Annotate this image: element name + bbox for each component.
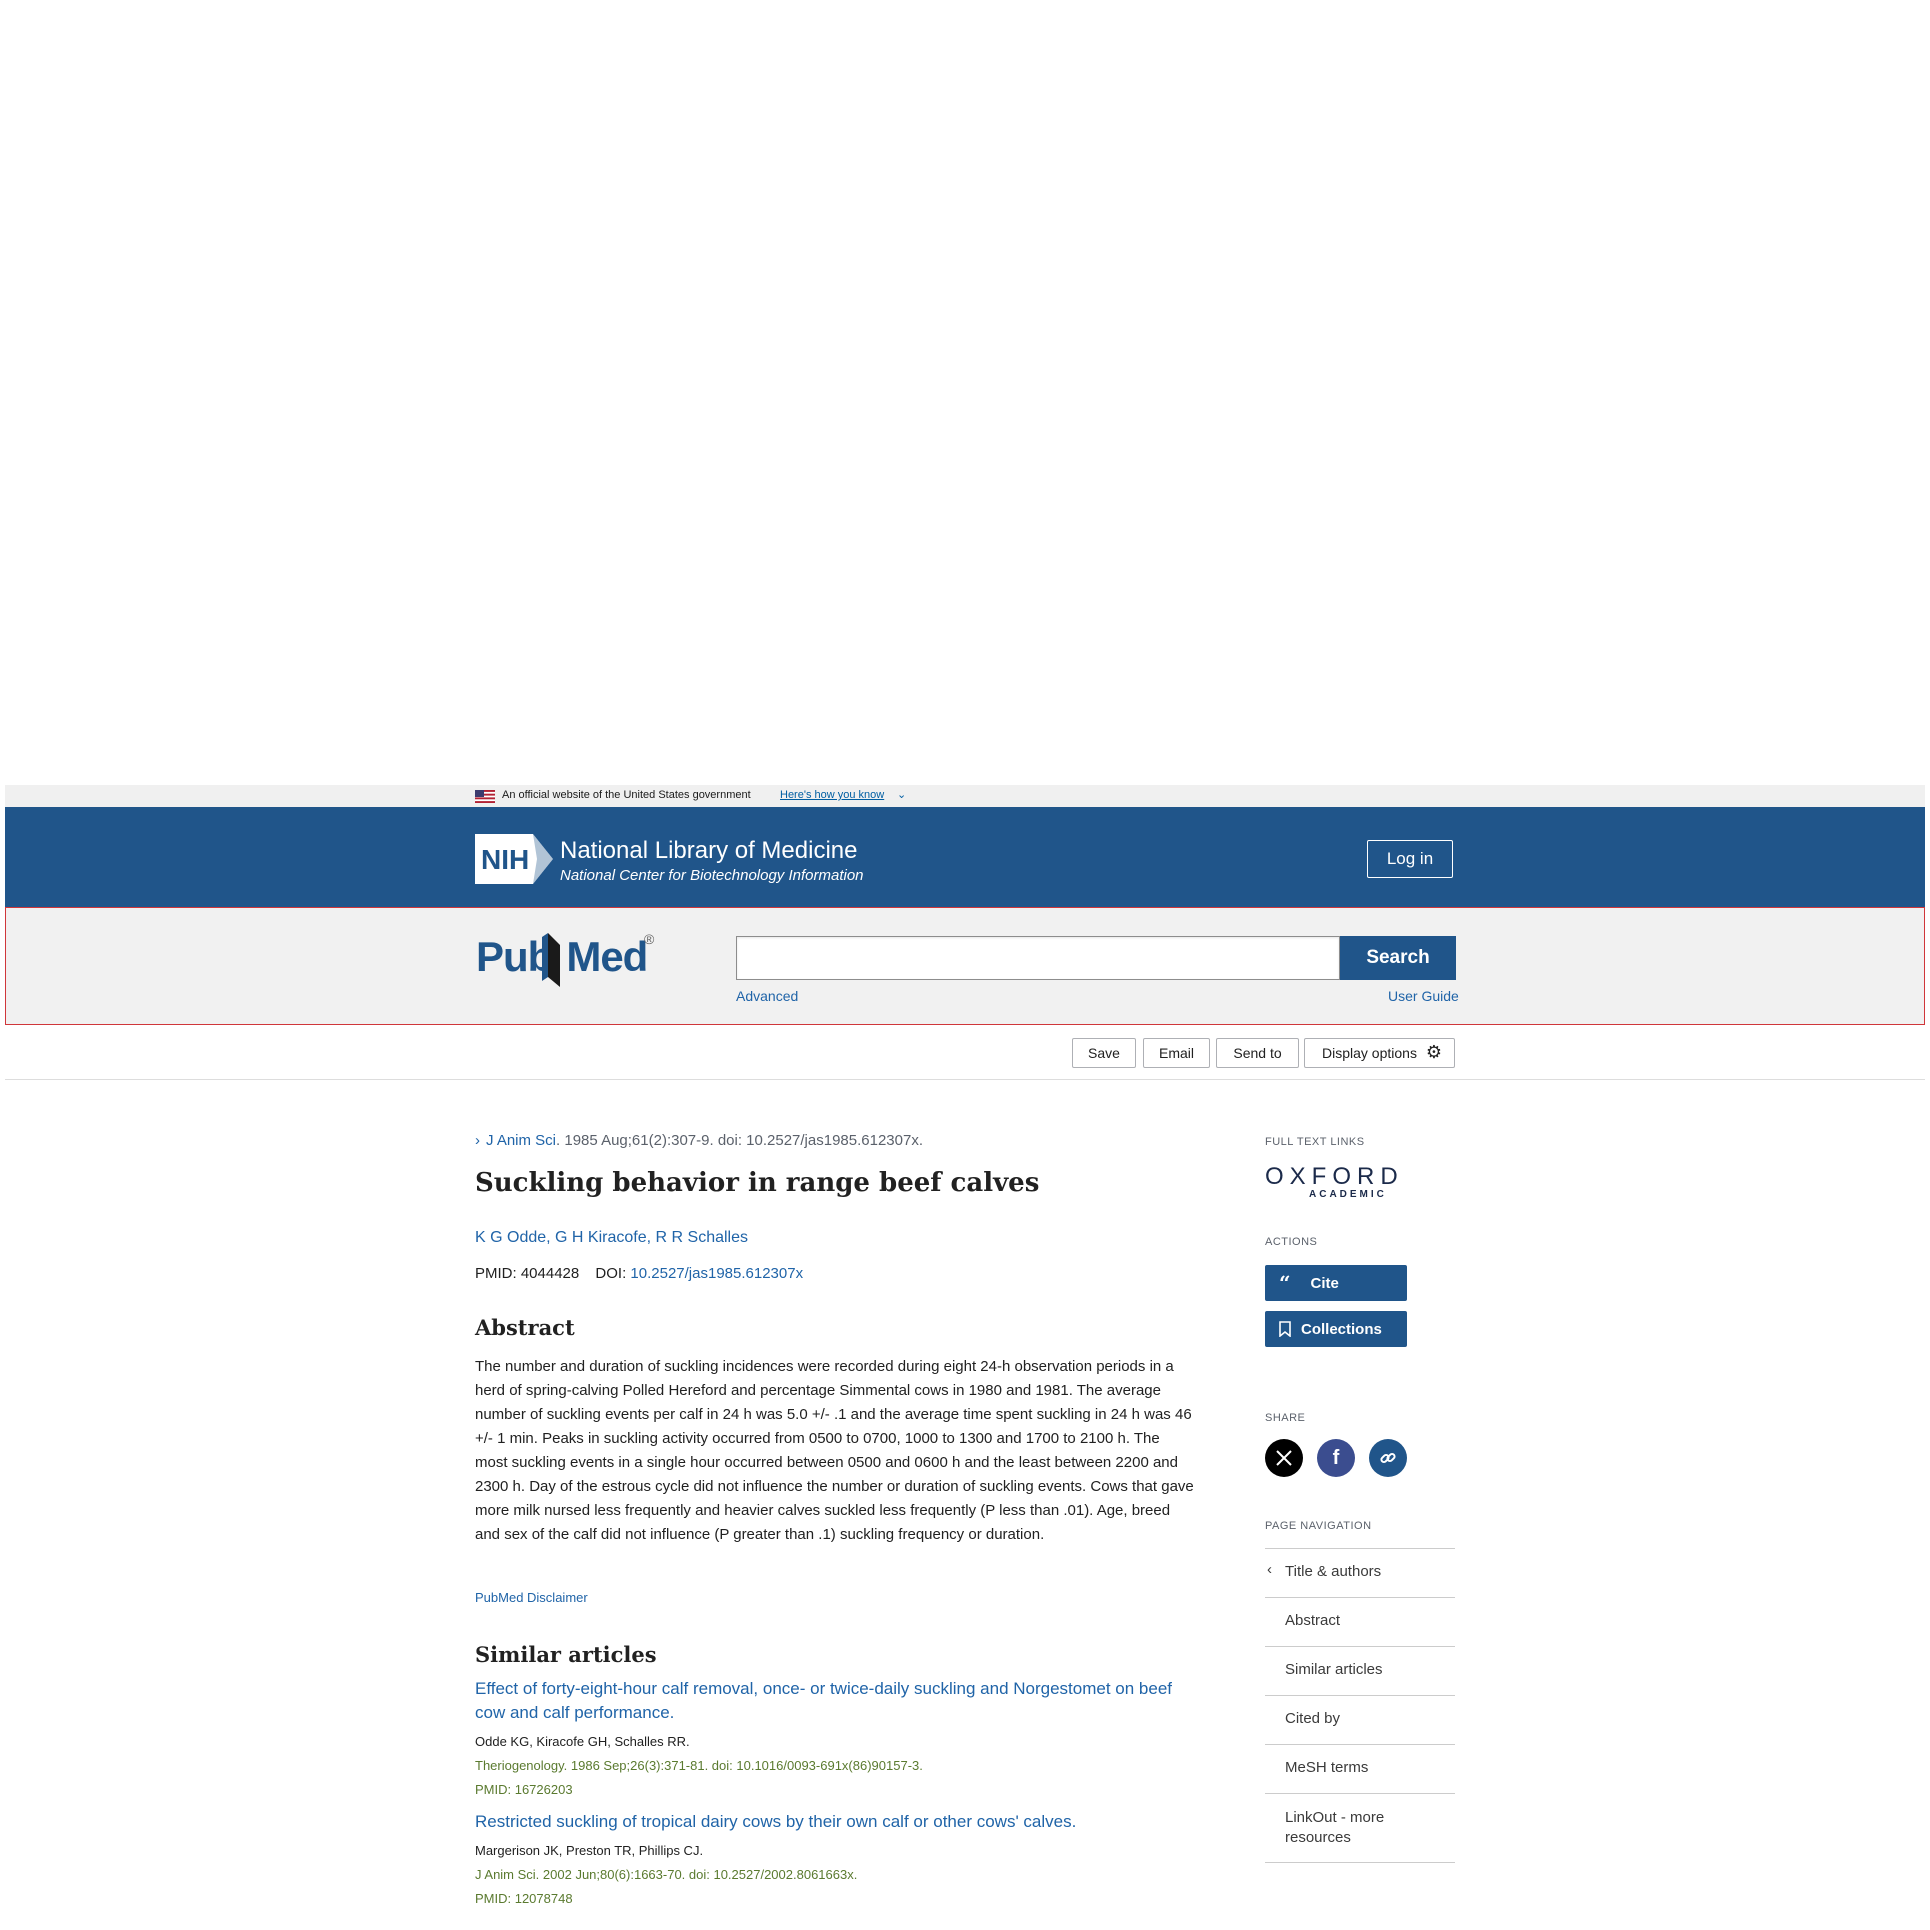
pubmed-book-icon [542, 933, 560, 987]
article-ids: PMID: 4044428 DOI: 10.2527/jas1985.61230… [475, 1265, 803, 1282]
copy-link-icon[interactable] [1369, 1439, 1407, 1477]
us-flag-icon [475, 790, 495, 803]
save-button[interactable]: Save [1072, 1038, 1136, 1068]
nih-header: NIH National Library of Medicine Nationa… [5, 807, 1925, 907]
quote-icon: “ [1279, 1271, 1291, 1295]
nav-abstract[interactable]: Abstract [1265, 1597, 1455, 1646]
facebook-share-icon[interactable]: f [1317, 1439, 1355, 1477]
chevron-right-icon[interactable]: › [475, 1132, 480, 1149]
doi-label: DOI: [595, 1265, 631, 1282]
similar-article-title[interactable]: Effect of forty-eight-hour calf removal,… [475, 1677, 1195, 1725]
pmid: PMID: 4044428 [475, 1265, 580, 1282]
registered-icon: ® [644, 931, 655, 947]
toolbar-divider [5, 1079, 1925, 1080]
share-heading: SHARE [1265, 1412, 1306, 1424]
gov-banner-text: An official website of the United States… [502, 789, 751, 801]
x-share-icon[interactable] [1265, 1439, 1303, 1477]
collections-label: Collections [1301, 1320, 1382, 1338]
nav-item-label: Title & authors [1285, 1563, 1382, 1580]
search-button[interactable]: Search [1340, 936, 1456, 980]
similar-article-source: J Anim Sci. 2002 Jun;80(6):1663-70. doi:… [475, 1867, 858, 1882]
page-navigation-heading: PAGE NAVIGATION [1265, 1520, 1372, 1532]
academic-logo-text: ACADEMIC [1309, 1189, 1387, 1200]
cite-button[interactable]: “ Cite [1265, 1265, 1407, 1301]
similar-article-pmid: PMID: 12078748 [475, 1891, 573, 1906]
nav-cited-by[interactable]: Cited by [1265, 1695, 1455, 1744]
pubmed-logo-med: Med [566, 933, 648, 980]
email-button[interactable]: Email [1143, 1038, 1210, 1068]
chevron-left-icon: ‹ [1267, 1561, 1272, 1578]
advanced-search-link[interactable]: Advanced [736, 988, 798, 1004]
similar-article-authors: Odde KG, Kiracofe GH, Schalles RR. [475, 1734, 690, 1749]
login-button[interactable]: Log in [1367, 840, 1453, 878]
org-title[interactable]: National Library of Medicine [560, 837, 857, 865]
nih-logo-text: NIH [481, 844, 529, 875]
similar-articles-heading: Similar articles [475, 1642, 657, 1667]
similar-article-pmid: PMID: 16726203 [475, 1782, 573, 1797]
nav-mesh-terms[interactable]: MeSH terms [1265, 1744, 1455, 1793]
doi-link[interactable]: 10.2527/jas1985.612307x [630, 1265, 803, 1282]
user-guide-link[interactable]: User Guide [1388, 988, 1459, 1004]
nav-title-authors[interactable]: ‹ Title & authors [1265, 1548, 1455, 1597]
citation-text: . 1985 Aug;61(2):307-9. doi: 10.2527/jas… [556, 1132, 923, 1149]
collections-button[interactable]: Collections [1265, 1311, 1407, 1347]
article-title: Suckling behavior in range beef calves [475, 1168, 1040, 1198]
cite-label: Cite [1310, 1274, 1339, 1292]
bookmark-icon [1279, 1321, 1291, 1337]
author-list[interactable]: K G Odde, G H Kiracofe, R R Schalles [475, 1229, 748, 1247]
send-to-button[interactable]: Send to [1216, 1038, 1299, 1068]
search-band: Pub Med ® Search Advanced User Guide [5, 907, 1925, 1025]
gear-icon: ⚙ [1425, 1042, 1442, 1062]
nav-linkout[interactable]: LinkOut - more resources [1265, 1793, 1455, 1863]
similar-article-source: Theriogenology. 1986 Sep;26(3):371-81. d… [475, 1758, 923, 1773]
abstract-text: The number and duration of suckling inci… [475, 1358, 1194, 1543]
abstract-heading: Abstract [475, 1315, 575, 1340]
citation-line: › J Anim Sci. 1985 Aug;61(2):307-9. doi: … [475, 1132, 923, 1149]
gov-banner: An official website of the United States… [5, 785, 1925, 807]
org-subtitle: National Center for Biotechnology Inform… [560, 867, 864, 884]
journal-link[interactable]: J Anim Sci [486, 1132, 556, 1149]
oxford-logo-text: OXFORD [1265, 1163, 1404, 1190]
nav-similar-articles[interactable]: Similar articles [1265, 1646, 1455, 1695]
oxford-academic-logo[interactable]: OXFORD ACADEMIC [1265, 1163, 1404, 1200]
heres-how-you-know-link[interactable]: Here's how you know [780, 789, 884, 801]
search-input[interactable] [736, 936, 1340, 980]
pubmed-logo[interactable]: Pub Med ® [476, 931, 654, 987]
nih-logo[interactable]: NIH [475, 834, 553, 884]
browser-viewport: An official website of the United States… [5, 785, 1925, 1930]
display-options-label: Display options [1322, 1045, 1417, 1061]
similar-article-title[interactable]: Restricted suckling of tropical dairy co… [475, 1810, 1195, 1834]
actions-heading: ACTIONS [1265, 1236, 1318, 1248]
chevron-down-icon[interactable]: ⌄ [897, 788, 906, 801]
display-options-button[interactable]: Display options ⚙ [1304, 1038, 1455, 1068]
full-text-links-heading: FULL TEXT LINKS [1265, 1136, 1365, 1148]
pubmed-disclaimer-link[interactable]: PubMed Disclaimer [475, 1590, 588, 1605]
similar-article-authors: Margerison JK, Preston TR, Phillips CJ. [475, 1843, 704, 1858]
